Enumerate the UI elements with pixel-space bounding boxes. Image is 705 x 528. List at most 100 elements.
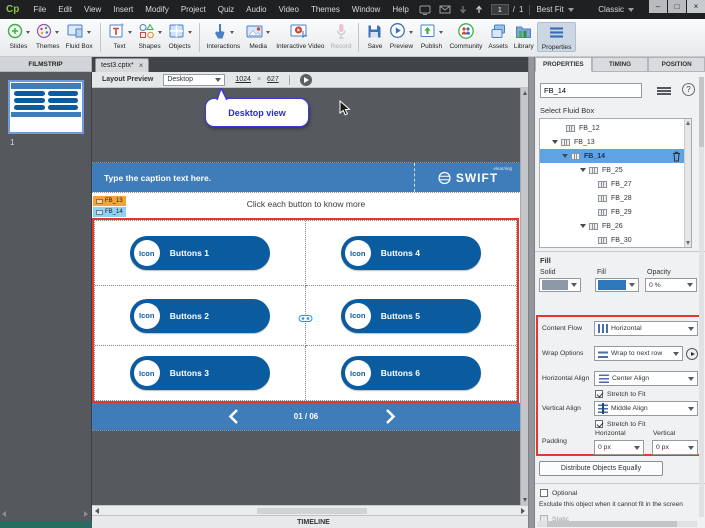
fluid-box-tag-fb13[interactable]: FB_13 — [93, 196, 126, 206]
canvas-vertical-scrollbar[interactable] — [520, 88, 528, 505]
preview-height-value[interactable]: 627 — [267, 76, 279, 83]
scroll-left-icon[interactable] — [95, 507, 99, 514]
expand-arrow-icon[interactable] — [580, 168, 586, 172]
tab-timing[interactable]: TIMING — [591, 57, 649, 72]
object-name-input[interactable] — [540, 83, 642, 98]
content-flow-select[interactable]: Horizontal — [594, 321, 698, 336]
panel-horizontal-scrollbar[interactable] — [537, 521, 697, 527]
objects-button[interactable]: Objects — [165, 22, 195, 50]
scrollbar-thumb[interactable] — [547, 521, 677, 527]
wrap-advanced-button[interactable] — [686, 348, 698, 360]
icon-button-1[interactable]: Icon Buttons 1 — [129, 236, 270, 270]
icon-button-5[interactable]: Icon Buttons 5 — [340, 298, 481, 333]
tree-item-fb26[interactable]: FB_26 — [540, 219, 691, 233]
themes-button[interactable]: Themes — [33, 22, 62, 50]
menu-quiz[interactable]: Quiz — [212, 5, 240, 14]
padding-horizontal-select[interactable]: 0 px — [594, 440, 644, 455]
tree-item-fb12[interactable]: FB_12 — [540, 121, 691, 135]
help-icon[interactable]: ? — [682, 83, 695, 96]
minimize-button[interactable]: – — [649, 0, 667, 13]
scroll-right-icon[interactable] — [521, 507, 525, 514]
community-button[interactable]: Community — [446, 22, 485, 50]
distribute-objects-button[interactable]: Distribute Objects Equally — [539, 461, 663, 476]
preview-width-value[interactable]: 1024 — [235, 76, 251, 83]
text-button[interactable]: Text — [105, 22, 135, 50]
expand-arrow-icon[interactable] — [580, 224, 586, 228]
slide-stage[interactable]: Type the caption text here. SWIFT elearn… — [92, 162, 520, 431]
monitor-icon[interactable] — [419, 5, 431, 15]
vertical-align-select[interactable]: Middle Align — [594, 401, 698, 416]
menu-themes[interactable]: Themes — [305, 5, 346, 14]
timeline-panel-header[interactable]: TIMELINE — [92, 515, 535, 528]
assets-button[interactable]: Assets — [485, 22, 511, 50]
interactive-video-button[interactable]: Interactive Video — [273, 22, 327, 50]
interactions-button[interactable]: Interactions — [204, 22, 244, 50]
opacity-select[interactable]: 0 % — [645, 278, 697, 292]
scroll-down-icon[interactable] — [522, 498, 527, 502]
stretch-to-fit-checkbox[interactable] — [595, 420, 603, 428]
icon-button-6[interactable]: Icon Buttons 6 — [340, 356, 481, 390]
menu-window[interactable]: Window — [346, 5, 386, 14]
tree-item-fb13[interactable]: FB_13 — [540, 135, 691, 149]
fill-color-picker[interactable] — [595, 278, 639, 292]
menu-help[interactable]: Help — [386, 5, 414, 14]
library-button[interactable]: Library — [511, 22, 537, 50]
icon-button-2[interactable]: Icon Buttons 2 — [129, 298, 270, 333]
caption-bar[interactable]: Type the caption text here. SWIFT elearn… — [92, 162, 520, 193]
shapes-button[interactable]: Shapes — [135, 22, 165, 50]
fluid-box-button[interactable]: Fluid Box — [62, 22, 95, 50]
next-arrow-icon[interactable] — [384, 408, 397, 425]
filmstrip-scrollbar[interactable] — [2, 510, 88, 517]
close-button[interactable]: × — [687, 0, 705, 13]
solid-color-picker[interactable] — [539, 278, 581, 292]
menu-video[interactable]: Video — [273, 5, 305, 14]
tab-close-icon[interactable]: × — [139, 61, 144, 70]
menu-view[interactable]: View — [78, 5, 107, 14]
tab-position[interactable]: POSITION — [648, 57, 705, 72]
tree-item-fb28[interactable]: FB_28 — [540, 191, 691, 205]
document-tab[interactable]: test3.cptx* × — [95, 58, 150, 72]
preview-play-button[interactable] — [299, 73, 312, 86]
panel-splitter[interactable] — [528, 57, 535, 528]
menu-file[interactable]: File — [27, 5, 52, 14]
publish-button[interactable]: Publish — [416, 22, 446, 50]
media-button[interactable]: Media — [243, 22, 273, 50]
device-select[interactable]: Desktop — [163, 73, 226, 86]
tree-item-fb29[interactable]: FB_29 — [540, 205, 691, 219]
scroll-up-icon[interactable] — [522, 91, 527, 95]
link-icon[interactable] — [298, 314, 313, 323]
menu-edit[interactable]: Edit — [52, 5, 78, 14]
pager-bar[interactable]: 01 / 06 — [92, 402, 520, 431]
icon-button-3[interactable]: Icon Buttons 3 — [129, 356, 270, 390]
panel-menu-icon[interactable] — [657, 87, 671, 96]
menu-audio[interactable]: Audio — [240, 5, 272, 14]
zoom-select[interactable]: Best Fit — [536, 5, 574, 14]
slides-button[interactable]: Slides — [4, 22, 33, 50]
menu-modify[interactable]: Modify — [139, 5, 175, 14]
preview-button[interactable]: Preview — [386, 22, 416, 50]
workspace-select[interactable]: Classic — [598, 5, 634, 14]
stretch-to-fit-checkbox[interactable] — [595, 390, 603, 398]
properties-button[interactable]: Properties — [536, 22, 577, 52]
filmstrip-panel-header[interactable]: FILMSTRIP — [0, 57, 92, 72]
canvas-horizontal-scrollbar[interactable] — [92, 505, 528, 515]
fluid-box-tag-fb14[interactable]: FB_14 — [93, 207, 126, 217]
mail-icon[interactable] — [439, 5, 451, 14]
stage-canvas[interactable]: Desktop view Type the caption text here.… — [92, 88, 520, 505]
tab-properties[interactable]: PROPERTIES — [535, 57, 592, 72]
save-button[interactable]: Save — [363, 22, 386, 50]
tree-item-fb25[interactable]: FB_25 — [540, 163, 691, 177]
padding-vertical-select[interactable]: 0 px — [652, 440, 698, 455]
slide-thumbnail[interactable] — [8, 80, 84, 134]
scroll-down-icon[interactable] — [686, 241, 690, 245]
slide-number-field[interactable]: 1 — [490, 4, 509, 15]
menu-project[interactable]: Project — [175, 5, 212, 14]
panel-vertical-scrollbar[interactable] — [699, 77, 704, 517]
scroll-up-icon[interactable] — [686, 121, 690, 125]
tree-item-fb30[interactable]: FB_30 — [540, 233, 691, 247]
expand-arrow-icon[interactable] — [552, 140, 558, 144]
maximize-button[interactable]: □ — [668, 0, 686, 13]
icon-button-4[interactable]: Icon Buttons 4 — [340, 236, 481, 270]
scrollbar-thumb[interactable] — [699, 77, 704, 147]
tree-item-fb14[interactable]: FB_14 — [540, 149, 691, 163]
